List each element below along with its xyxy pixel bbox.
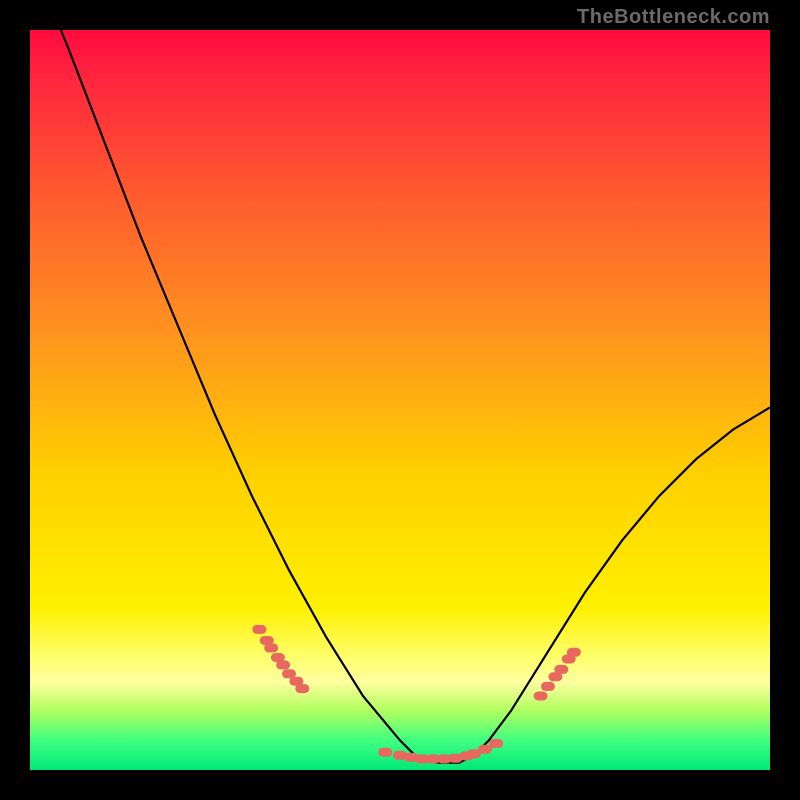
marker-points <box>252 625 581 764</box>
watermark-text: TheBottleneck.com <box>577 6 770 29</box>
curve-line <box>30 0 770 763</box>
marker-dot <box>489 739 503 748</box>
chart-overlay <box>30 30 770 770</box>
marker-dot <box>378 748 392 757</box>
marker-dot <box>478 745 492 754</box>
marker-dot <box>252 625 266 634</box>
marker-dot <box>276 660 290 669</box>
marker-dot <box>264 643 278 652</box>
bottleneck-curve <box>30 0 770 763</box>
marker-dot <box>534 692 548 701</box>
marker-dot <box>554 665 568 674</box>
marker-dot <box>295 684 309 693</box>
marker-dot <box>541 682 555 691</box>
marker-dot <box>567 648 581 657</box>
